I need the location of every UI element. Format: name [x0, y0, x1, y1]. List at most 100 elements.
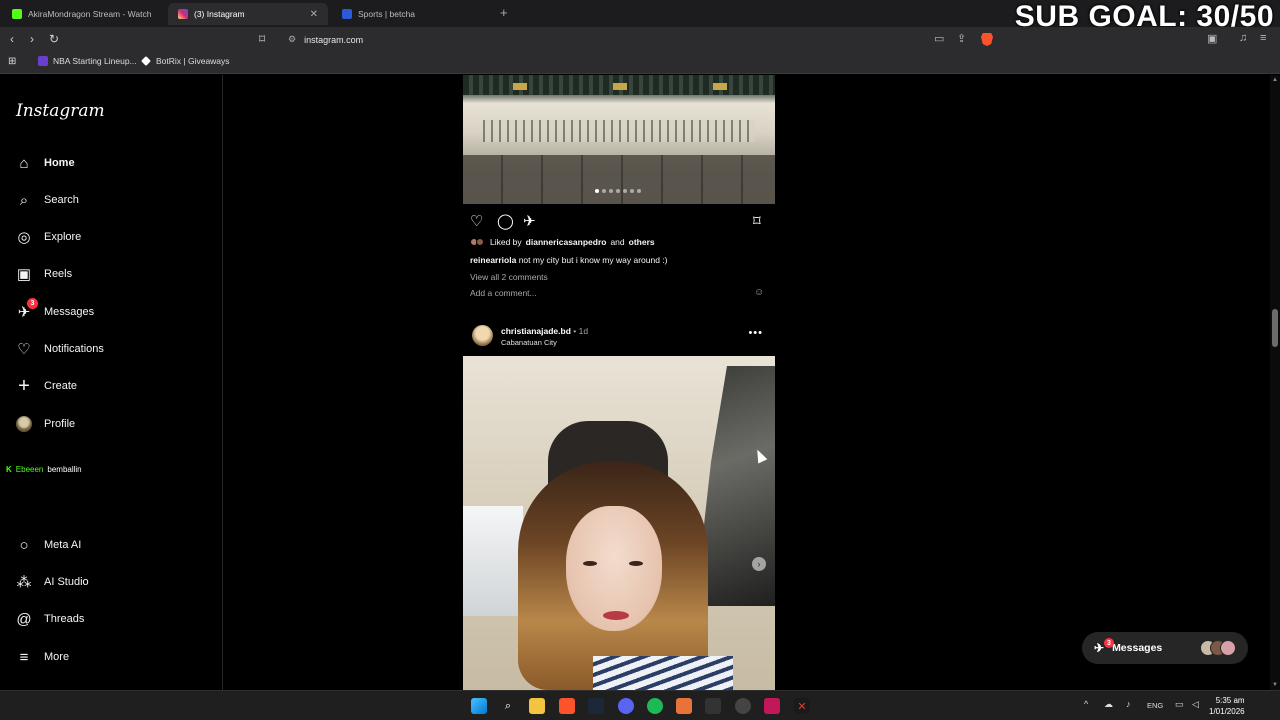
save-bookmark-icon[interactable]: ⌑ — [753, 212, 761, 230]
post-author: christianajade.bd • 1d — [501, 326, 588, 336]
sidebar-item-profile[interactable]: Profile — [15, 414, 75, 434]
media-icon[interactable]: ♫ — [1239, 32, 1247, 44]
messages-label: Messages — [1112, 642, 1163, 654]
browser-menu-icon[interactable]: ≡ — [1260, 32, 1266, 44]
spotify-icon[interactable] — [647, 698, 663, 714]
post-image-selfie[interactable]: › — [463, 356, 775, 690]
sidebar-item-home[interactable]: ⌂ Home — [15, 153, 74, 173]
carousel-next-icon[interactable]: › — [752, 557, 766, 571]
avatar[interactable] — [472, 325, 493, 346]
image-lips — [603, 611, 629, 620]
message-avatars — [1200, 640, 1236, 656]
apps-grid-icon[interactable]: ⊞ — [8, 56, 16, 67]
post-location-link[interactable]: Cabanatuan City — [501, 338, 557, 347]
avatar — [16, 416, 32, 432]
address-bar-row: ‹ › ↻ ⌑ ⚙ instagram.com ▭ ⇪ ▣ ♫ ≡ — [0, 27, 1280, 52]
post-time: • 1d — [570, 326, 589, 336]
url-field[interactable]: ⚙ instagram.com — [280, 30, 1000, 49]
back-arrow-icon[interactable]: ‹ — [10, 32, 14, 46]
comment-icon[interactable]: ◯ — [497, 212, 514, 230]
emoji-icon[interactable]: ☺ — [754, 287, 764, 298]
search-icon: ⌕ — [19, 191, 29, 209]
tab-kick-stream[interactable]: AkiraMondragon Stream - Watch Live — [2, 3, 164, 25]
messages-badge: 3 — [27, 298, 38, 309]
discord-icon[interactable] — [618, 698, 634, 714]
close-tab-icon[interactable]: ✕ — [310, 9, 318, 20]
search-icon[interactable]: ⌕ — [500, 698, 516, 714]
share-icon[interactable]: ✈ — [523, 212, 536, 230]
app-icon[interactable] — [735, 698, 751, 714]
liked-by-prefix: Liked by — [490, 237, 522, 247]
post-username-link[interactable]: christianajade.bd — [501, 326, 571, 336]
post-actions: ♡ ◯ ✈ ⌑ — [470, 212, 768, 230]
reels-icon: ▣ — [16, 266, 32, 283]
post-image-castle[interactable] — [463, 75, 775, 204]
app-icon[interactable] — [764, 698, 780, 714]
bookmark-nba[interactable]: NBA Starting Lineup... — [38, 56, 137, 66]
reload-icon[interactable]: ↻ — [49, 32, 59, 46]
sidebar-item-create[interactable]: + Create — [15, 375, 77, 397]
volume-icon[interactable]: ◁ — [1192, 699, 1199, 710]
instagram-logo[interactable]: Instagram — [16, 101, 105, 121]
windows-start-icon[interactable] — [471, 698, 487, 714]
scrollbar-thumb[interactable] — [1272, 309, 1278, 347]
sidebar-item-notifications[interactable]: ♡ Notifications — [15, 339, 104, 359]
language-indicator[interactable]: ENG — [1147, 701, 1163, 710]
bookmark-label: BotRix | Giveaways — [156, 56, 230, 66]
steam-icon[interactable] — [588, 698, 604, 714]
messages-badge: 3 — [1104, 638, 1114, 648]
profile-avatar — [15, 415, 33, 433]
cloud-icon[interactable]: ☁ — [1104, 699, 1113, 710]
sidebar-item-label: Search — [44, 194, 79, 206]
sidebar-item-label: Notifications — [44, 343, 104, 355]
share-icon[interactable]: ⇪ — [957, 32, 966, 45]
bookmark-botrix[interactable]: BotRix | Giveaways — [141, 56, 230, 66]
messages-floating-button[interactable]: ✈ 3 Messages — [1082, 632, 1248, 664]
tab-instagram[interactable]: (3) Instagram ✕ — [168, 3, 328, 25]
sidebar-item-reels[interactable]: ▣ Reels — [15, 264, 72, 284]
sidebar-item-search[interactable]: ⌕ Search — [15, 190, 79, 210]
microphone-icon[interactable]: ♪ — [1126, 699, 1131, 709]
sidebar-item-threads[interactable]: @ Threads — [15, 609, 84, 629]
sidebar-item-ai-studio[interactable]: ⁂ AI Studio — [15, 572, 89, 592]
more-options-icon[interactable]: ••• — [748, 327, 763, 339]
site-settings-icon[interactable]: ⚙ — [288, 34, 296, 45]
like-heart-icon[interactable]: ♡ — [470, 212, 483, 230]
tab-label: (3) Instagram — [194, 9, 245, 19]
liked-by-others-link[interactable]: others — [629, 237, 655, 247]
bookmark-icon[interactable]: ⌑ — [259, 32, 265, 46]
clock-date: 1/01/2026 — [1209, 707, 1245, 716]
sidebar-item-explore[interactable]: ◎ Explore — [15, 227, 81, 247]
scroll-up-arrow-icon[interactable]: ▲ — [1272, 77, 1278, 83]
caption-username-link[interactable]: reinearriola — [470, 255, 516, 265]
forward-arrow-icon[interactable]: › — [30, 32, 34, 46]
kick-username: Ebeeen — [15, 465, 44, 474]
sidebar-panel-icon[interactable]: ▣ — [1207, 32, 1217, 45]
cast-icon[interactable]: ▭ — [934, 32, 944, 45]
view-all-comments-link[interactable]: View all 2 comments — [470, 272, 548, 282]
network-icon[interactable]: ▭ — [1175, 699, 1184, 710]
image-ornament — [613, 83, 627, 90]
page-scrollbar[interactable]: ▲ ▼ — [1270, 75, 1280, 690]
system-clock[interactable]: 5:35 am 1/01/2026 — [1209, 695, 1245, 717]
chevron-up-icon[interactable]: ^ — [1084, 699, 1088, 709]
add-comment-input[interactable]: Add a comment... — [470, 288, 537, 298]
new-tab-button[interactable]: + — [500, 5, 508, 20]
tab-betcha[interactable]: Sports | betcha — [332, 3, 492, 25]
app-icon[interactable] — [676, 698, 692, 714]
sidebar-item-messages[interactable]: ✈ 3 Messages — [15, 298, 94, 322]
kick-logo-icon: K — [6, 465, 12, 474]
app-icon[interactable]: ✕ — [794, 698, 810, 714]
terminal-icon[interactable] — [705, 698, 721, 714]
liked-by-user-link[interactable]: diannericasanpedro — [526, 237, 607, 247]
sidebar-item-more[interactable]: ≡ More — [15, 647, 69, 667]
file-explorer-icon[interactable] — [529, 698, 545, 714]
avatar — [1220, 640, 1236, 656]
sidebar-item-label: Meta AI — [44, 539, 82, 551]
sidebar-item-meta-ai[interactable]: ○ Meta AI — [15, 535, 81, 555]
scroll-down-arrow-icon[interactable]: ▼ — [1272, 682, 1278, 688]
menu-icon: ≡ — [19, 648, 29, 666]
browser-tab-bar: AkiraMondragon Stream - Watch Live (3) I… — [0, 0, 1280, 33]
carousel-dots — [595, 189, 641, 193]
brave-browser-icon[interactable] — [559, 698, 575, 714]
